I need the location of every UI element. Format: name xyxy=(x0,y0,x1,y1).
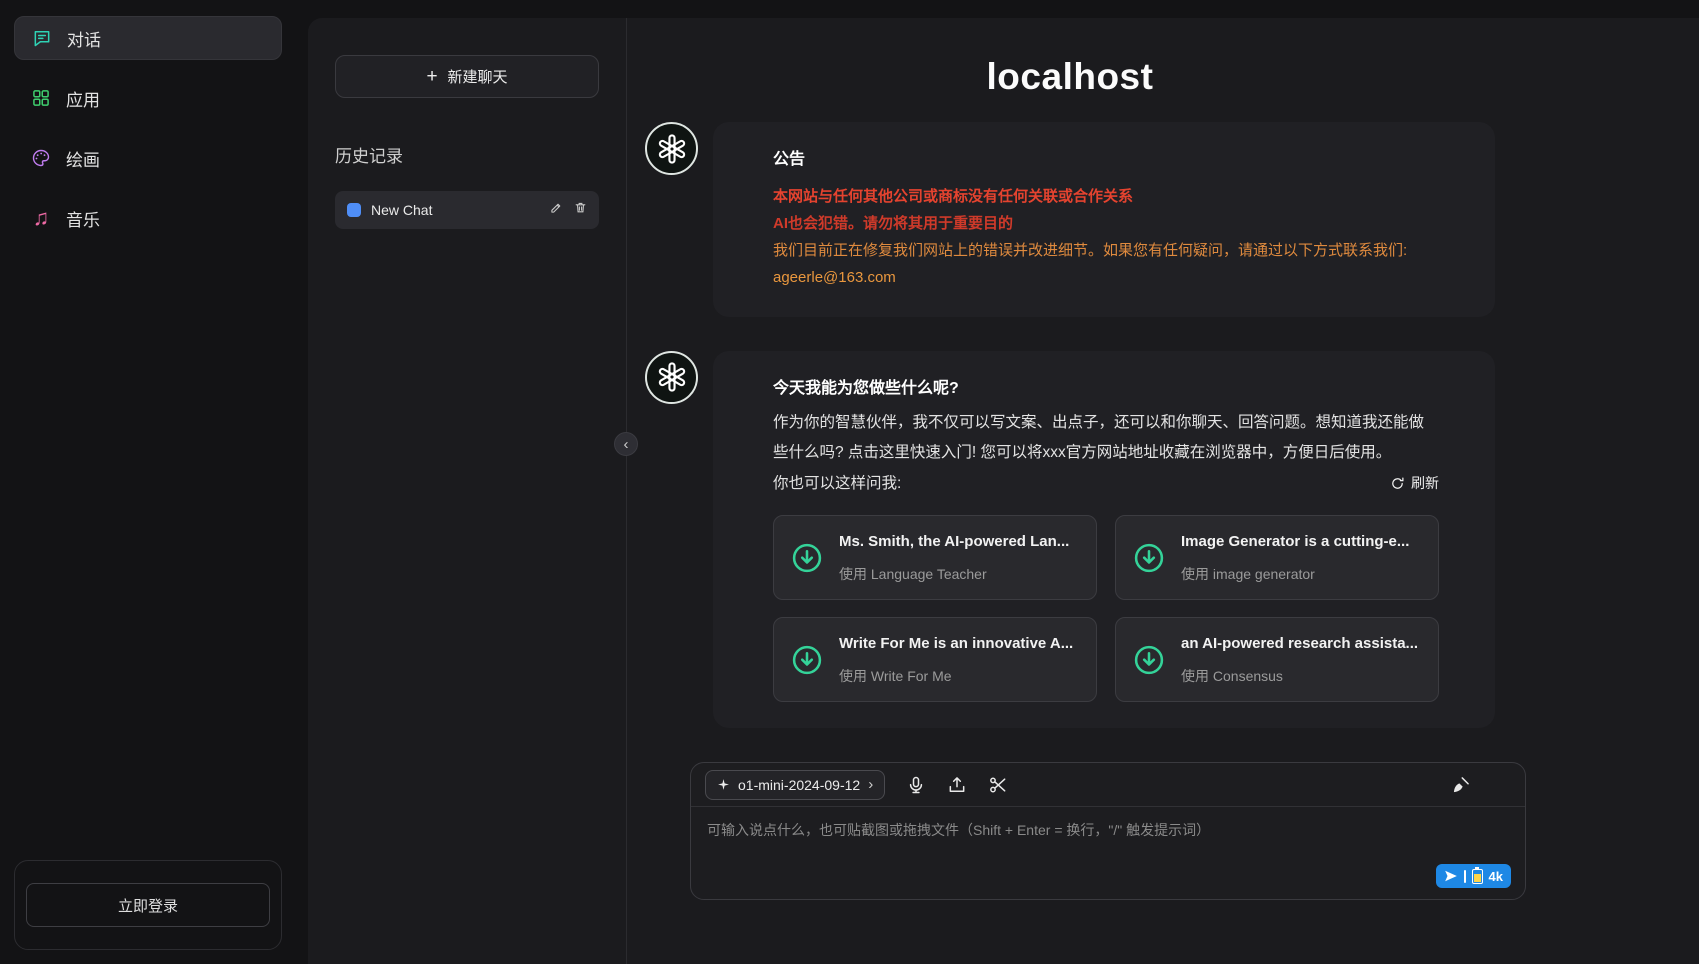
message-row-welcome: 今天我能为您做些什么呢? 作为你的智慧伙伴，我不仅可以写文案、出点子，还可以和你… xyxy=(645,351,1495,729)
suggestion-subtitle: 使用 Write For Me xyxy=(839,664,1073,689)
sparkle-icon xyxy=(717,778,730,791)
collapse-sidebar-button[interactable]: ‹ xyxy=(614,432,638,456)
ask-hint-row: 你也可以这样问我: 刷新 xyxy=(773,470,1439,498)
plus-icon: + xyxy=(426,66,437,88)
suggestion-title: Ms. Smith, the AI-powered Lan... xyxy=(839,528,1069,555)
chevron-left-icon: ‹ xyxy=(624,437,629,452)
ask-hint-text: 你也可以这样问我: xyxy=(773,470,901,498)
suggestion-subtitle: 使用 image generator xyxy=(1181,562,1409,587)
sidebar: 对话 应用 绘画 ♫ xyxy=(0,0,296,964)
badge-divider xyxy=(1464,870,1466,883)
composer: o1-mini-2024-09-12 › xyxy=(690,762,1526,900)
suggestion-subtitle: 使用 Consensus xyxy=(1181,664,1418,689)
download-circle-icon xyxy=(1131,540,1167,576)
history-item-actions xyxy=(550,201,587,219)
history-item-title: New Chat xyxy=(371,202,432,218)
contact-email-link[interactable]: ageerle@163.com xyxy=(773,264,1439,291)
refresh-icon xyxy=(1390,476,1405,491)
scissors-icon[interactable] xyxy=(987,774,1008,795)
login-button[interactable]: 立即登录 xyxy=(26,883,270,927)
suggestion-card[interactable]: Ms. Smith, the AI-powered Lan... 使用 Lang… xyxy=(773,515,1097,600)
new-chat-button[interactable]: + 新建聊天 xyxy=(335,55,599,98)
music-note-icon: ♫ xyxy=(30,207,52,229)
openai-logo-icon xyxy=(655,132,689,166)
announcement-line-2: AI也会犯错。请勿将其用于重要目的 xyxy=(773,210,1439,237)
suggestion-card[interactable]: an AI-powered research assista... 使用 Con… xyxy=(1115,617,1439,702)
model-selector-button[interactable]: o1-mini-2024-09-12 › xyxy=(705,770,885,800)
sidebar-item-apps[interactable]: 应用 xyxy=(14,76,282,120)
download-circle-icon xyxy=(789,540,825,576)
chat-list-column: + 新建聊天 历史记录 New Chat xyxy=(308,18,627,964)
sidebar-item-label: 对话 xyxy=(67,26,101,51)
composer-toolbar: o1-mini-2024-09-12 › xyxy=(691,763,1525,807)
delete-icon[interactable] xyxy=(574,201,587,219)
edit-icon[interactable] xyxy=(550,201,563,219)
suggestion-title: Image Generator is a cutting-e... xyxy=(1181,528,1409,555)
clear-chat-broom-icon[interactable] xyxy=(1450,774,1471,795)
suggestion-card[interactable]: Image Generator is a cutting-e... 使用 ima… xyxy=(1115,515,1439,600)
welcome-bubble: 今天我能为您做些什么呢? 作为你的智慧伙伴，我不仅可以写文案、出点子，还可以和你… xyxy=(713,351,1495,729)
suggestion-text: Write For Me is an innovative A... 使用 Wr… xyxy=(839,630,1073,689)
model-name: o1-mini-2024-09-12 xyxy=(738,777,860,793)
chevron-right-icon: › xyxy=(868,776,873,793)
page-title: localhost xyxy=(645,56,1495,98)
chat-color-dot xyxy=(347,203,361,217)
sidebar-item-label: 应用 xyxy=(66,86,100,111)
palette-icon xyxy=(30,147,52,169)
content-panel: + 新建聊天 历史记录 New Chat xyxy=(308,18,1699,964)
suggestion-card[interactable]: Write For Me is an innovative A... 使用 Wr… xyxy=(773,617,1097,702)
token-count: 4k xyxy=(1489,869,1503,884)
send-button[interactable]: 4k xyxy=(1436,864,1511,888)
announcement-line-1: 本网站与任何其他公司或商标没有任何关联或合作关系 xyxy=(773,183,1439,210)
download-circle-icon xyxy=(789,642,825,678)
history-list-item[interactable]: New Chat xyxy=(335,191,599,229)
apps-grid-icon xyxy=(30,87,52,109)
send-plane-icon xyxy=(1444,869,1458,883)
assistant-avatar xyxy=(645,122,698,175)
chat-main: localhost 公告 本网站与任何其他公司或商标没有任何关联或合作关系 xyxy=(627,18,1699,964)
suggestion-title: an AI-powered research assista... xyxy=(1181,630,1418,657)
microphone-icon[interactable] xyxy=(905,774,926,795)
upload-icon[interactable] xyxy=(946,774,967,795)
sidebar-item-paint[interactable]: 绘画 xyxy=(14,136,282,180)
chat-bubble-icon xyxy=(31,27,53,49)
suggestion-text: Ms. Smith, the AI-powered Lan... 使用 Lang… xyxy=(839,528,1069,587)
new-chat-label: 新建聊天 xyxy=(448,66,508,87)
welcome-title: 今天我能为您做些什么呢? xyxy=(773,375,1439,404)
sidebar-item-chat[interactable]: 对话 xyxy=(14,16,282,60)
refresh-suggestions-button[interactable]: 刷新 xyxy=(1390,471,1439,496)
history-title: 历史记录 xyxy=(335,142,599,167)
announcement-bubble: 公告 本网站与任何其他公司或商标没有任何关联或合作关系 AI也会犯错。请勿将其用… xyxy=(713,122,1495,317)
suggestion-text: an AI-powered research assista... 使用 Con… xyxy=(1181,630,1418,689)
openai-logo-icon xyxy=(655,360,689,394)
suggestion-title: Write For Me is an innovative A... xyxy=(839,630,1073,657)
chat-input[interactable] xyxy=(691,807,1525,899)
announcement-line-3: 我们目前正在修复我们网站上的错误并改进细节。如果您有任何疑问，请通过以下方式联系… xyxy=(773,237,1439,264)
token-battery-icon xyxy=(1472,869,1483,884)
login-box: 立即登录 xyxy=(14,860,282,950)
sidebar-item-label: 音乐 xyxy=(66,206,100,231)
welcome-body: 作为你的智慧伙伴，我不仅可以写文案、出点子，还可以和你聊天、回答问题。想知道我还… xyxy=(773,408,1439,468)
announcement-title: 公告 xyxy=(773,146,1439,175)
suggestion-text: Image Generator is a cutting-e... 使用 ima… xyxy=(1181,528,1409,587)
assistant-avatar xyxy=(645,351,698,404)
app-window: 对话 应用 绘画 ♫ xyxy=(0,0,1699,964)
download-circle-icon xyxy=(1131,642,1167,678)
message-row-announcement: 公告 本网站与任何其他公司或商标没有任何关联或合作关系 AI也会犯错。请勿将其用… xyxy=(645,122,1495,317)
sidebar-item-label: 绘画 xyxy=(66,146,100,171)
refresh-label: 刷新 xyxy=(1411,471,1439,496)
sidebar-item-music[interactable]: ♫ 音乐 xyxy=(14,196,282,240)
suggestion-grid: Ms. Smith, the AI-powered Lan... 使用 Lang… xyxy=(773,515,1439,702)
suggestion-subtitle: 使用 Language Teacher xyxy=(839,562,1069,587)
